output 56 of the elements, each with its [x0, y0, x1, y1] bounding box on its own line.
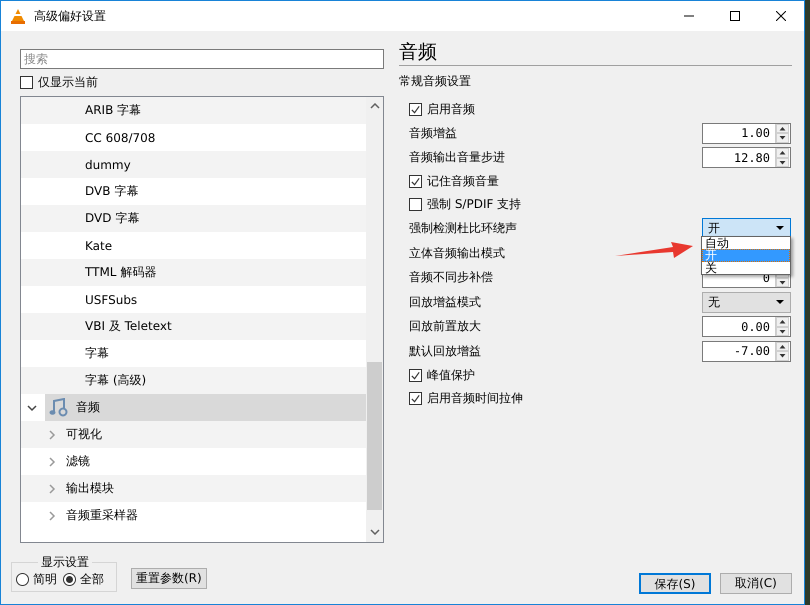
- setting-label: 强制检测杜比环绕声: [409, 220, 517, 237]
- scroll-up-icon: [370, 103, 380, 109]
- tree-item[interactable]: CC 608/708: [81, 124, 366, 151]
- setting-label: 强制 S/PDIF 支持: [427, 196, 522, 214]
- spin-box[interactable]: 1.00: [702, 122, 791, 144]
- cone-icon: [10, 8, 26, 24]
- setting-label: 音频增益: [409, 124, 457, 142]
- music-note-icon: [49, 398, 68, 417]
- panel-title: 音频: [399, 41, 792, 66]
- setting-label: 启用音频: [427, 101, 475, 118]
- setting-label: 启用音频时间拉伸: [427, 390, 523, 407]
- close-icon[interactable]: [776, 11, 786, 21]
- setting-label: 音频不同步补偿: [409, 269, 493, 286]
- checkbox[interactable]: [409, 368, 422, 382]
- spin-box[interactable]: -7.00: [702, 340, 791, 362]
- tree-item[interactable]: DVB 字幕: [81, 178, 366, 205]
- maximize-icon[interactable]: [730, 11, 740, 21]
- caret-icon: [775, 225, 785, 232]
- setting-label: 记住音频音量: [427, 173, 499, 190]
- dropdown-option[interactable]: 自动: [702, 237, 790, 250]
- search-field[interactable]: 搜索: [20, 49, 384, 69]
- setting-label: 立体音频输出模式: [409, 244, 505, 262]
- checkbox[interactable]: [409, 175, 422, 188]
- caret-icon: [775, 299, 785, 306]
- scrollbar[interactable]: [366, 97, 383, 542]
- tree-item[interactable]: 滤镜: [62, 448, 366, 475]
- radio-label: 简明: [33, 571, 57, 588]
- scroll-down-icon: [370, 529, 380, 535]
- checkbox[interactable]: [20, 76, 33, 89]
- spin-box[interactable]: 0.00: [702, 316, 791, 338]
- dropdown[interactable]: 开: [702, 218, 791, 239]
- checkbox[interactable]: [409, 103, 422, 116]
- setting-label: 回放前置放大: [409, 318, 481, 336]
- group-title: 显示设置: [40, 554, 90, 571]
- setting-label: 默认回放增益: [409, 342, 481, 360]
- cancel-button[interactable]: 取消(C): [720, 573, 792, 594]
- tree-item[interactable]: 音频: [45, 394, 366, 421]
- reset-button[interactable]: 重置参数(R): [131, 568, 207, 589]
- checkbox-label: 仅显示当前: [38, 74, 98, 91]
- window-title: 高级偏好设置: [34, 8, 106, 24]
- tree-item[interactable]: 字幕: [81, 340, 366, 367]
- setting-label: 音频输出音量步进: [409, 149, 505, 166]
- setting-label: 峰值保护: [427, 366, 475, 384]
- tree-item[interactable]: 音频重采样器: [62, 502, 366, 529]
- section-title: 常规音频设置: [399, 73, 472, 89]
- spin-box[interactable]: 12.80: [702, 147, 791, 168]
- checkbox[interactable]: [409, 392, 422, 405]
- radio-label: 全部: [80, 571, 104, 588]
- setting-label: 回放增益模式: [409, 294, 481, 311]
- radio-button[interactable]: [16, 573, 29, 586]
- dropdown[interactable]: 无: [702, 292, 791, 313]
- radio-button[interactable]: [63, 573, 76, 586]
- save-button[interactable]: 保存(S): [639, 573, 711, 594]
- checkbox[interactable]: [409, 198, 422, 212]
- tree-item[interactable]: Kate: [81, 232, 366, 259]
- tree-item[interactable]: USFSubs: [81, 286, 366, 313]
